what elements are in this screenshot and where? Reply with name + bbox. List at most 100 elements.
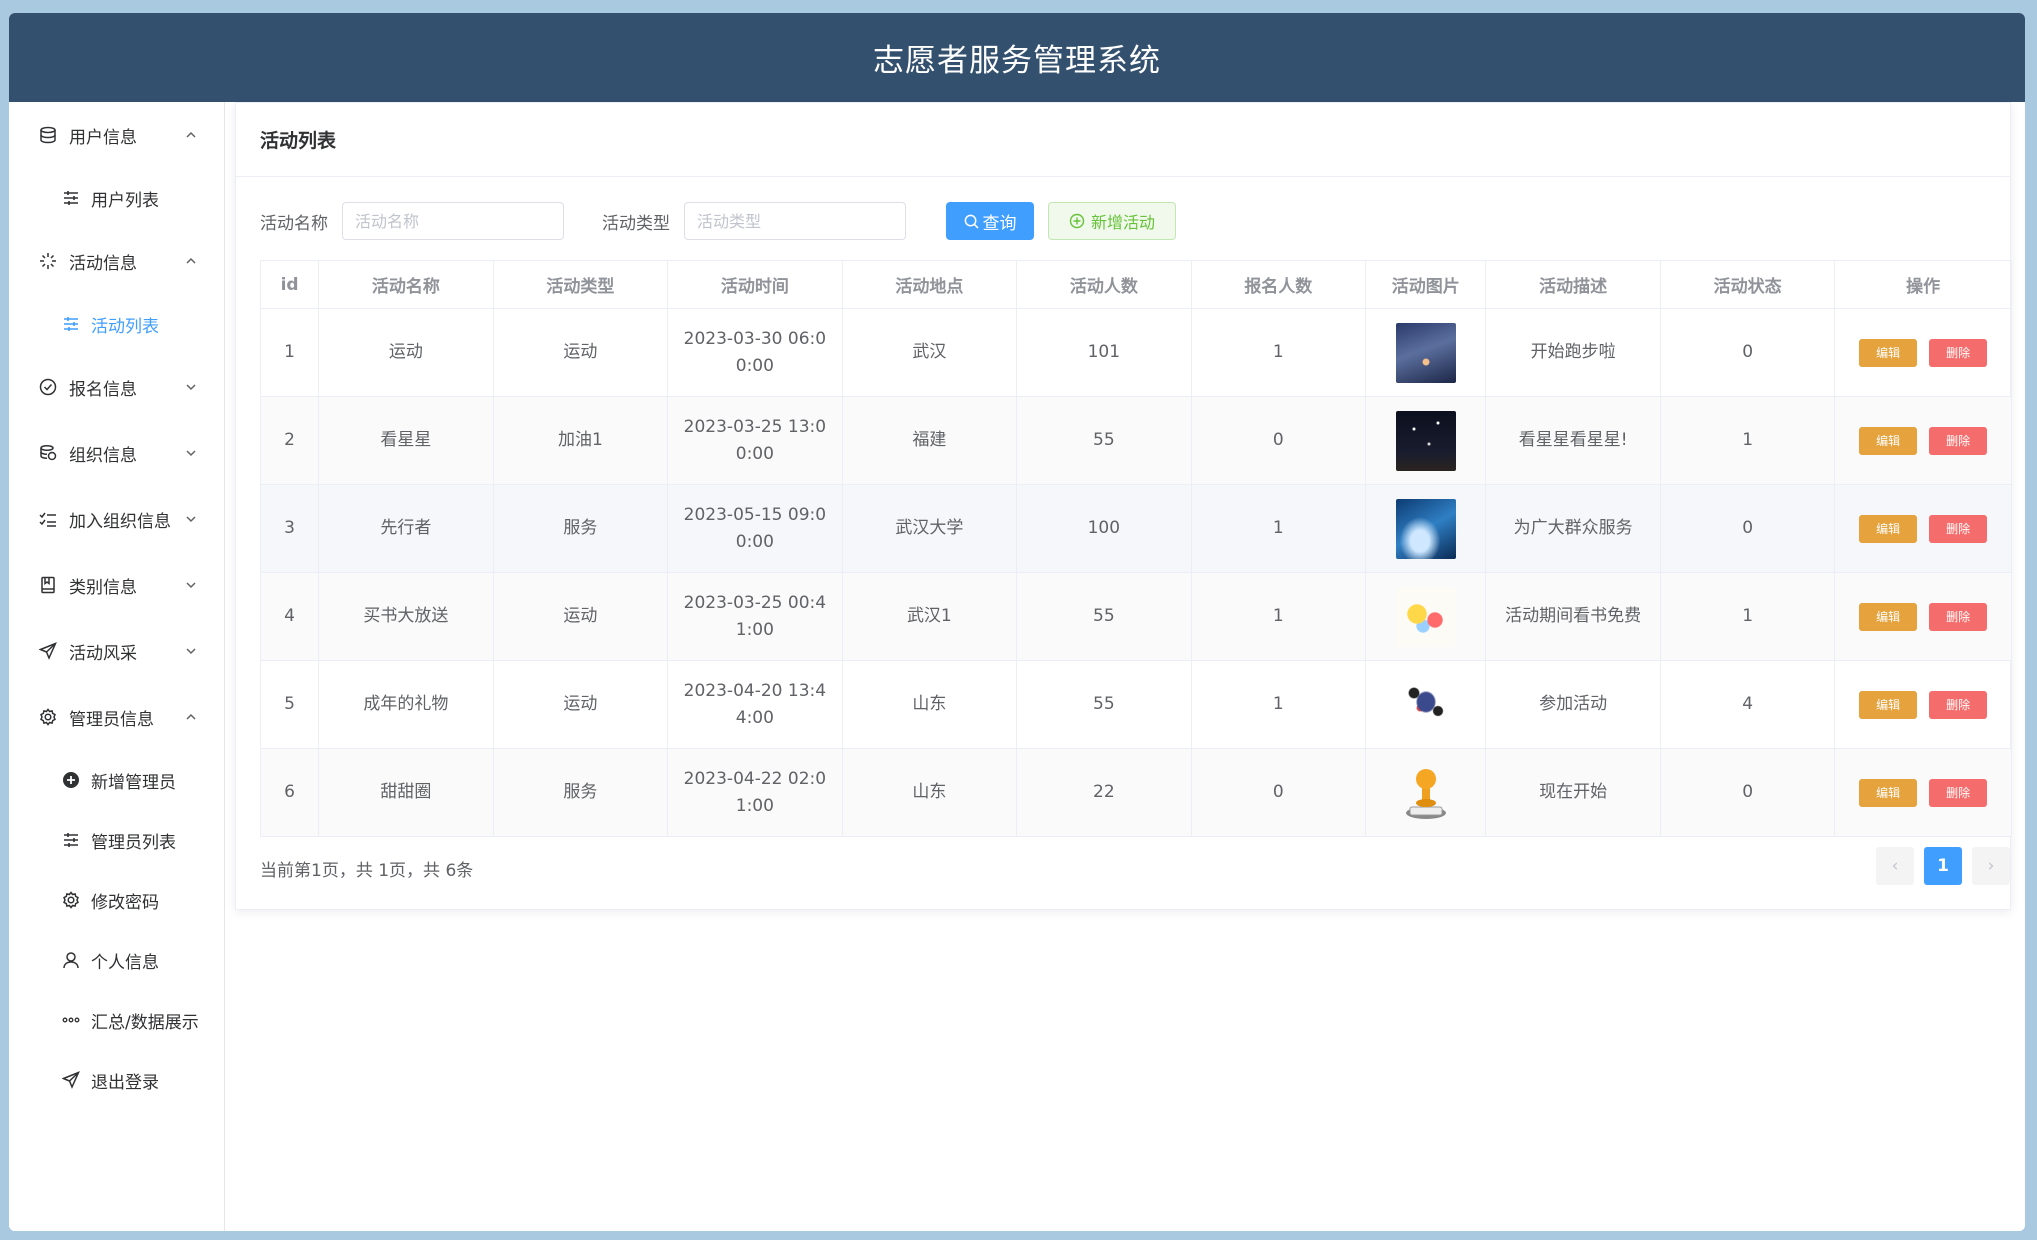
menu-user-info[interactable]: 用户信息 [9, 102, 224, 168]
col-header: 活动地点 [841, 260, 1018, 309]
gear-icon [37, 706, 59, 728]
chevron-down-icon [186, 516, 196, 523]
cell-people: 55 [1016, 572, 1192, 661]
menu-category-info[interactable]: 类别信息 [9, 552, 224, 618]
cell-people: 22 [1016, 748, 1192, 837]
delete-button[interactable]: 删除 [1929, 690, 1988, 719]
delete-button[interactable]: 删除 [1929, 426, 1988, 455]
cell-name: 看星星 [318, 396, 494, 485]
table-row: 3 先行者 服务 2023-05-15 09:0 0:00 武汉大学 100 1 … [259, 484, 2012, 573]
cell-id: 5 [259, 660, 320, 749]
cell-name: 甜甜圈 [318, 748, 494, 837]
activity-image-thumb [1395, 410, 1456, 471]
table-row: 5 成年的礼物 运动 2023-04-20 13:4 4:00 山东 55 1 参… [259, 660, 2012, 749]
add-activity-button[interactable]: 新增活动 [1048, 202, 1176, 240]
col-header: 活动图片 [1365, 260, 1487, 309]
edit-button[interactable]: 编辑 [1859, 602, 1918, 631]
cell-desc: 活动期间看书免费 [1485, 572, 1661, 661]
activity-name-input[interactable] [342, 202, 564, 240]
sidebar-item-logout[interactable]: 退出登录 [9, 1050, 224, 1110]
cell-type: 服务 [492, 748, 669, 837]
cell-type: 运动 [492, 572, 669, 661]
edit-button[interactable]: 编辑 [1859, 778, 1918, 807]
cell-image [1365, 748, 1487, 837]
menu-signup-info[interactable]: 报名信息 [9, 354, 224, 420]
col-header: 操作 [1834, 260, 2012, 309]
cell-place: 福建 [841, 396, 1018, 485]
sparkle-icon [37, 250, 59, 272]
col-header: 活动人数 [1016, 260, 1192, 309]
menu-activity-gallery[interactable]: 活动风采 [9, 618, 224, 684]
cell-place: 武汉大学 [841, 484, 1018, 573]
col-header: 活动时间 [667, 260, 843, 309]
pagination-page-button[interactable]: 1 [1924, 847, 1962, 885]
page-title: 活动列表 [236, 103, 2010, 177]
chevron-up-icon [186, 257, 196, 264]
app-window: 志愿者服务管理系统 用户信息 用户列表 活动信息 活动列表 报名信息 组织信息 … [9, 13, 2025, 1231]
cell-desc: 为广大群众服务 [1485, 484, 1661, 573]
cell-time: 2023-03-25 00:4 1:00 [667, 572, 843, 661]
sidebar-item-change-password[interactable]: 修改密码 [9, 870, 224, 930]
edit-button[interactable]: 编辑 [1859, 426, 1918, 455]
cell-signed: 0 [1190, 396, 1367, 485]
cell-signed: 1 [1190, 572, 1367, 661]
menu-activity-info[interactable]: 活动信息 [9, 228, 224, 294]
app-title: 志愿者服务管理系统 [873, 43, 1161, 79]
sidebar-item-user-list[interactable]: 用户列表 [9, 168, 224, 228]
cell-desc: 看星星看星星! [1485, 396, 1661, 485]
cell-desc: 现在开始 [1485, 748, 1661, 837]
edit-button[interactable]: 编辑 [1859, 514, 1918, 543]
table-row: 2 看星星 加油1 2023-03-25 13:0 0:00 福建 55 0 看星… [259, 396, 2012, 485]
delete-button[interactable]: 删除 [1929, 338, 1988, 367]
menu-org-info[interactable]: 组织信息 [9, 420, 224, 486]
cell-desc: 参加活动 [1485, 660, 1661, 749]
chevron-up-icon [186, 713, 196, 720]
edit-button[interactable]: 编辑 [1859, 690, 1918, 719]
cell-place: 武汉 [841, 308, 1018, 397]
cell-image [1365, 660, 1487, 749]
dots-icon [61, 1010, 81, 1030]
cell-image [1365, 396, 1487, 485]
gear-icon [61, 890, 81, 910]
sidebar-item-profile[interactable]: 个人信息 [9, 930, 224, 990]
check-circle-icon [37, 376, 59, 398]
pagination-next-button[interactable]: › [1972, 847, 2010, 885]
activity-image-thumb [1395, 586, 1456, 647]
table-row: 4 买书大放送 运动 2023-03-25 00:4 1:00 武汉1 55 1 … [259, 572, 2012, 661]
sidebar-item-add-admin[interactable]: 新增管理员 [9, 750, 224, 810]
menu-join-org-info[interactable]: 加入组织信息 [9, 486, 224, 552]
sidebar-item-activity-list[interactable]: 活动列表 [9, 294, 224, 354]
sidebar-item-data-summary[interactable]: 汇总/数据展示 [9, 990, 224, 1050]
delete-button[interactable]: 删除 [1929, 514, 1988, 543]
sliders-icon [61, 830, 81, 850]
cell-time: 2023-03-25 13:0 0:00 [667, 396, 843, 485]
cell-name: 先行者 [318, 484, 494, 573]
sidebar-item-admin-list[interactable]: 管理员列表 [9, 810, 224, 870]
edit-button[interactable]: 编辑 [1859, 338, 1918, 367]
delete-button[interactable]: 删除 [1929, 602, 1988, 631]
cell-people: 100 [1016, 484, 1192, 573]
sidebar: 用户信息 用户列表 活动信息 活动列表 报名信息 组织信息 加入组织信息 类别信… [9, 102, 225, 1231]
cell-time: 2023-04-22 02:0 1:00 [667, 748, 843, 837]
pagination-info: 当前第1页，共 1页，共 6条 [260, 861, 474, 881]
cell-id: 3 [259, 484, 320, 573]
cell-id: 1 [259, 308, 320, 397]
activity-type-input[interactable] [684, 202, 906, 240]
chevron-down-icon [186, 384, 196, 391]
col-header: id [259, 260, 320, 309]
col-header: 活动状态 [1659, 260, 1836, 309]
chevron-up-icon [186, 131, 196, 138]
plus-circle-icon [1069, 213, 1085, 229]
cell-people: 101 [1016, 308, 1192, 397]
checklist-icon [37, 508, 59, 530]
cell-type: 服务 [492, 484, 669, 573]
cell-id: 4 [259, 572, 320, 661]
delete-button[interactable]: 删除 [1929, 778, 1988, 807]
query-button[interactable]: 查询 [946, 202, 1034, 240]
pagination-prev-button[interactable]: ‹ [1876, 847, 1914, 885]
sliders-icon [61, 314, 81, 334]
col-header: 活动名称 [318, 260, 494, 309]
menu-admin-info[interactable]: 管理员信息 [9, 684, 224, 750]
notebook-icon [37, 574, 59, 596]
cell-image [1365, 572, 1487, 661]
